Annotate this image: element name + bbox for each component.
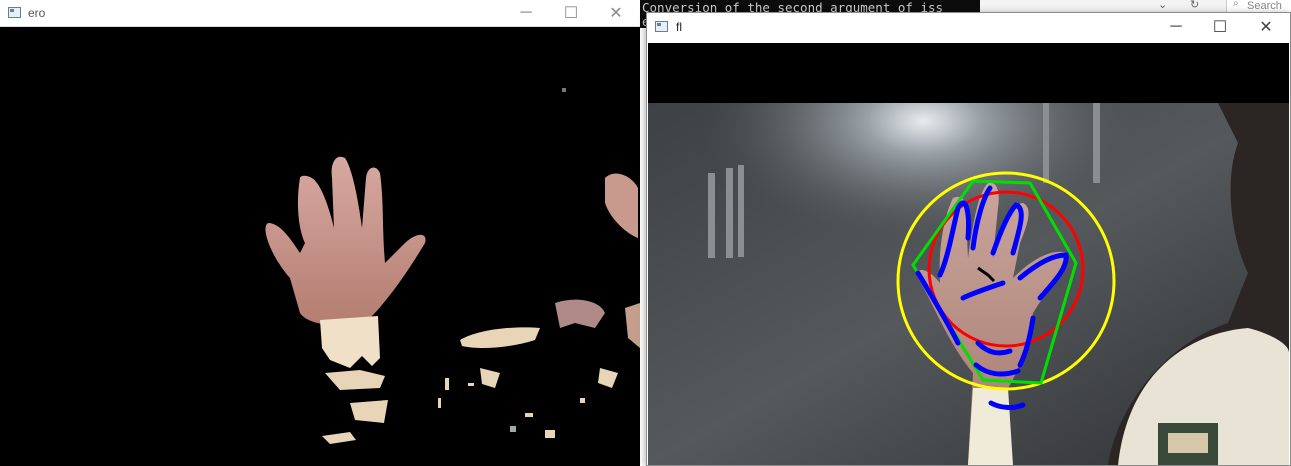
maximize-icon[interactable]: ☐ [1204, 15, 1236, 39]
close-icon[interactable]: ✕ [600, 1, 632, 25]
title-bar[interactable]: ero ─ ☐ ✕ [0, 0, 640, 27]
search-icon: ⌕ [1233, 0, 1239, 9]
window-title: ero [28, 6, 46, 20]
window-title: fl [676, 20, 682, 34]
camera-frame [648, 43, 1289, 465]
minimize-icon[interactable]: ─ [510, 1, 542, 25]
search-label: Search [1247, 0, 1282, 12]
window-app-icon [8, 7, 21, 18]
chevron-down-icon[interactable]: ⌄ [1158, 0, 1167, 11]
mask-image [0, 28, 640, 466]
masked-hand [265, 156, 426, 368]
title-bar[interactable]: fl ─ ☐ ✕ [647, 13, 1290, 42]
window-ero: ero ─ ☐ ✕ [0, 0, 640, 466]
camera-frame-svg [648, 43, 1289, 465]
maximize-icon[interactable]: ☐ [555, 1, 587, 25]
close-icon[interactable]: ✕ [1250, 15, 1282, 39]
window-app-icon [655, 21, 668, 32]
minimize-icon[interactable]: ─ [1160, 15, 1192, 39]
window-fl: fl ─ ☐ ✕ [646, 12, 1291, 466]
skin-mask-svg [265, 88, 640, 444]
refresh-icon[interactable]: ↻ [1190, 0, 1199, 11]
